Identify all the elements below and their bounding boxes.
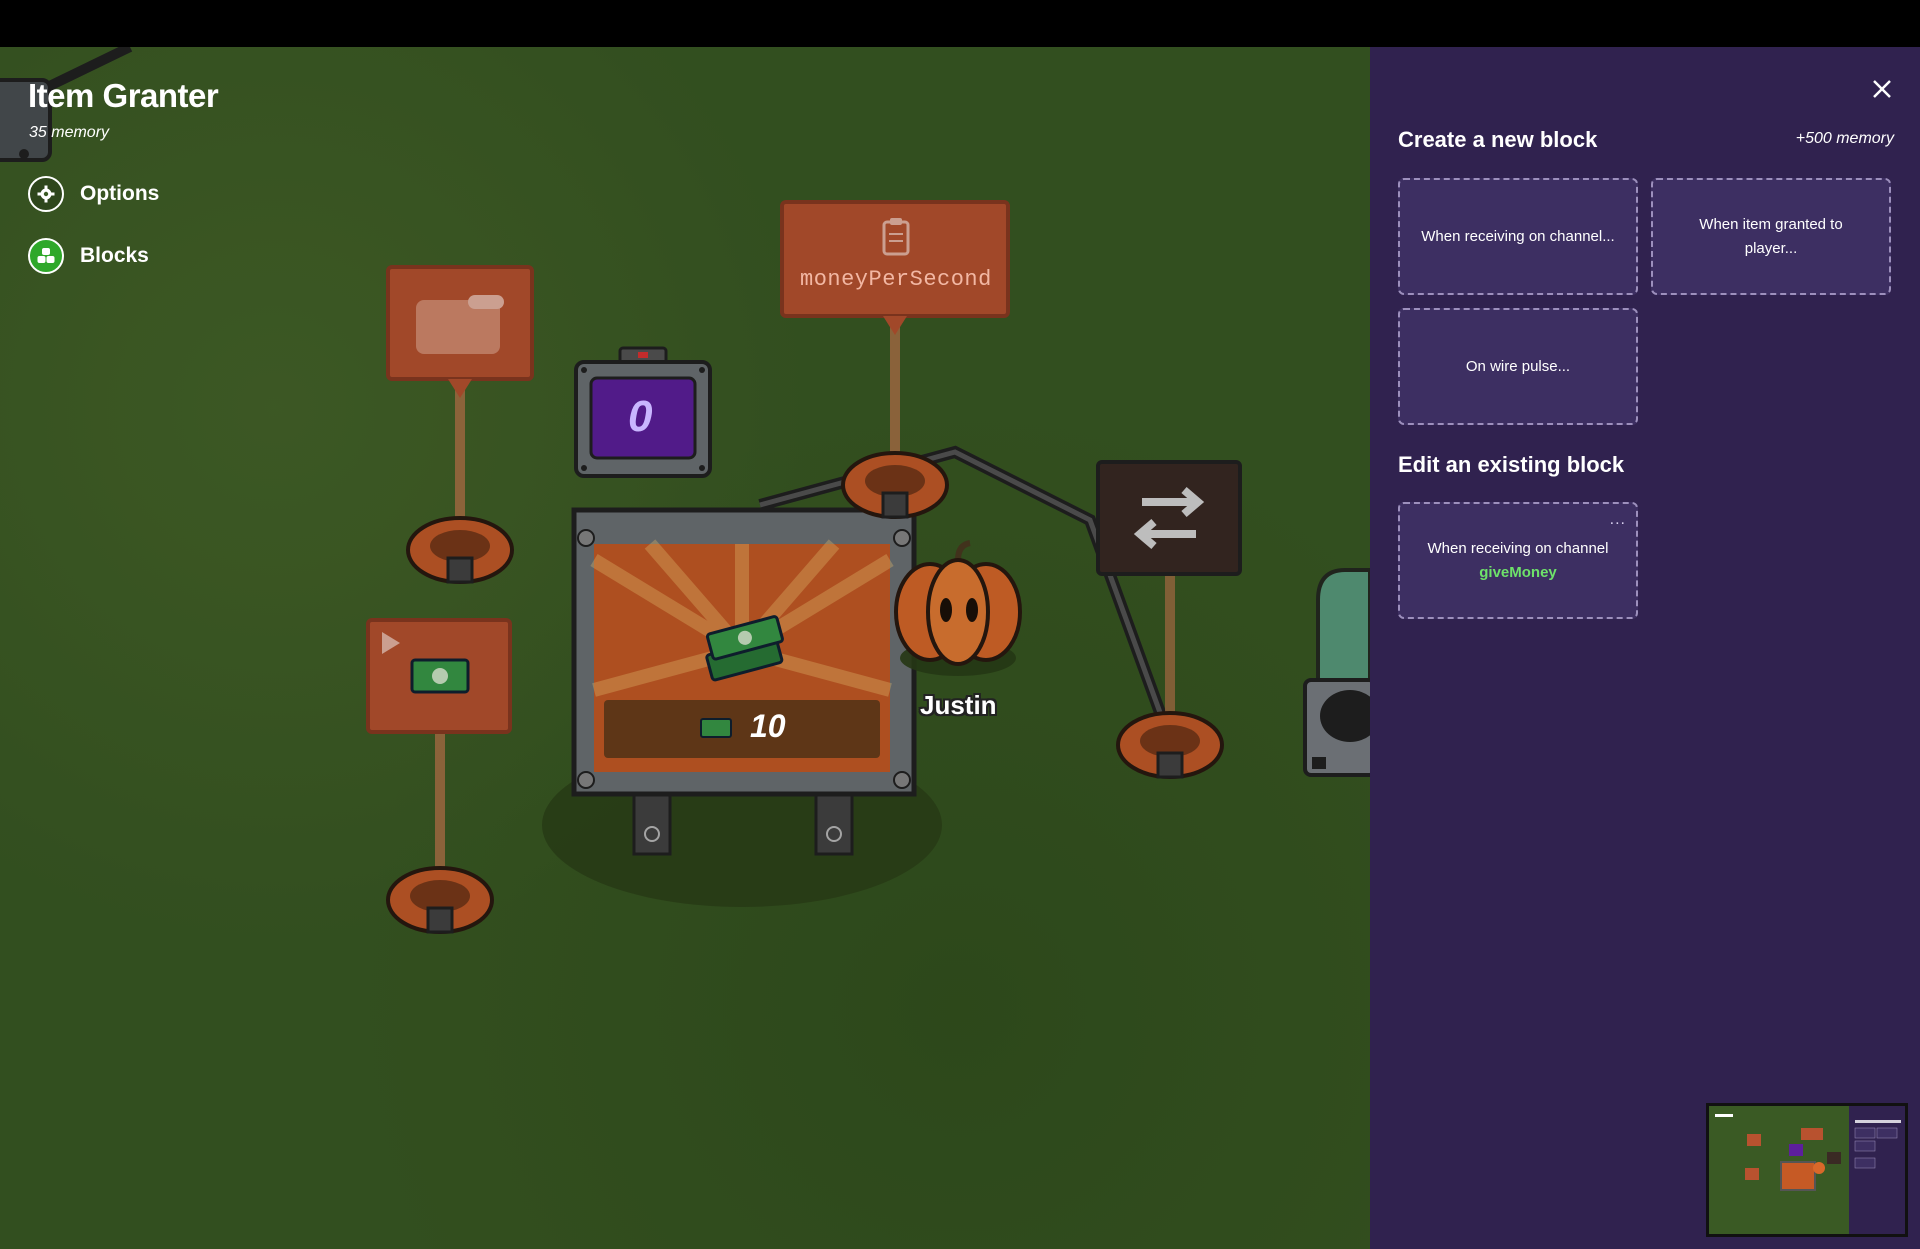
counter-value: 0 <box>628 392 653 441</box>
new-block-wire-pulse[interactable]: On wire pulse... <box>1398 308 1638 425</box>
top-bar <box>0 0 1920 47</box>
new-block-label: When receiving on channel... <box>1421 227 1615 245</box>
item-box-count: 10 <box>750 708 786 744</box>
existing-block-give-money[interactable]: ... When receiving on channel giveMoney <box>1398 502 1638 619</box>
device-memory: 35 memory <box>29 124 110 141</box>
edit-block-title: Edit an existing block <box>1398 452 1625 477</box>
more-options-icon[interactable]: ... <box>1610 508 1626 532</box>
device-title: Item Granter <box>28 77 219 114</box>
existing-block-channel: giveMoney <box>1479 564 1557 581</box>
new-block-receive-channel[interactable]: When receiving on channel... <box>1398 178 1638 295</box>
create-block-memory: +500 memory <box>1795 130 1894 147</box>
gear-icon <box>28 176 64 212</box>
new-block-label: On wire pulse... <box>1465 357 1571 375</box>
minimap-preview <box>1709 1106 1905 1234</box>
existing-block-label: When receiving on channel <box>1427 540 1609 557</box>
player-name: Justin <box>920 690 997 720</box>
close-button[interactable] <box>1868 75 1896 103</box>
new-block-label: When item granted to player... <box>1699 215 1843 257</box>
blocks-menu-item[interactable]: Blocks <box>28 235 149 277</box>
create-block-title: Create a new block <box>1398 127 1598 152</box>
options-menu-item[interactable]: Options <box>28 173 159 215</box>
blocks-label: Blocks <box>80 244 149 267</box>
options-label: Options <box>80 182 160 205</box>
close-icon <box>1873 80 1891 98</box>
property-sign-label: moneyPerSecond <box>800 267 992 292</box>
game-world[interactable] <box>0 47 1370 1249</box>
minimap[interactable] <box>1706 1103 1908 1237</box>
blocks-icon <box>28 238 64 274</box>
new-block-item-granted[interactable]: When item granted to player... <box>1651 178 1891 295</box>
game-dim-overlay <box>0 47 1370 1249</box>
